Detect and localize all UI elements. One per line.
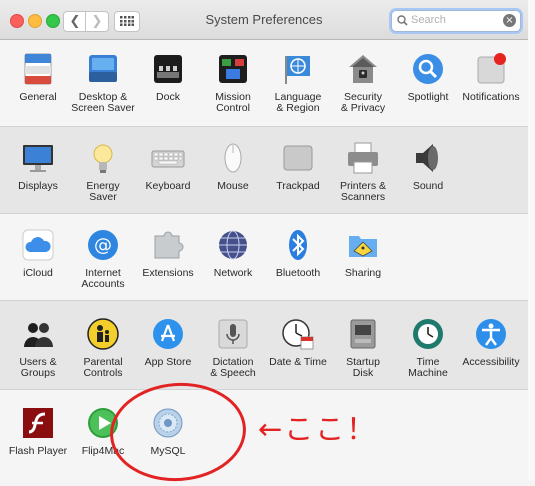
annotation-label: ←ここ！ <box>258 412 378 446</box>
users-icon <box>21 317 55 351</box>
cloud-icon <box>21 228 55 262</box>
monitor-icon <box>21 141 55 175</box>
at-sign-icon: @ <box>86 228 120 262</box>
accessibility-icon <box>474 317 508 351</box>
pref-row-hardware: Displays Energy Saver Keyboard Mouse Tra… <box>0 127 528 214</box>
pref-keyboard[interactable]: Keyboard <box>135 141 201 192</box>
network-globe-icon <box>216 228 250 262</box>
pref-startup-disk[interactable]: Startup Disk <box>330 317 396 379</box>
printer-icon <box>346 141 380 175</box>
pref-mission-control[interactable]: Mission Control <box>200 52 266 114</box>
pref-displays[interactable]: Displays <box>5 141 71 192</box>
puzzle-icon <box>151 228 185 262</box>
pref-dock[interactable]: Dock <box>135 52 201 103</box>
pref-extensions[interactable]: Extensions <box>135 228 201 279</box>
pref-parental-controls[interactable]: Parental Controls <box>70 317 136 379</box>
pref-desktop-screen-saver[interactable]: Desktop & Screen Saver <box>70 52 136 114</box>
pref-row-internet: iCloud @ Internet Accounts Extensions Ne… <box>0 214 528 301</box>
keyboard-icon <box>151 141 185 175</box>
search-field[interactable]: Search × <box>391 10 521 32</box>
pref-date-time[interactable]: Date & Time <box>265 317 331 368</box>
bluetooth-icon <box>281 228 315 262</box>
pref-trackpad[interactable]: Trackpad <box>265 141 331 192</box>
dock-icon <box>151 52 185 86</box>
search-placeholder: Search <box>411 14 446 26</box>
mission-control-icon <box>216 52 250 86</box>
desktop-icon <box>86 52 120 86</box>
clock-calendar-icon <box>281 317 315 351</box>
pref-icloud[interactable]: iCloud <box>5 228 71 279</box>
app-store-icon <box>151 317 185 351</box>
general-icon <box>21 52 55 86</box>
pref-dictation-speech[interactable]: Dictation & Speech <box>200 317 266 379</box>
microphone-icon <box>216 317 250 351</box>
pref-sound[interactable]: Sound <box>395 141 461 192</box>
notifications-icon <box>474 52 508 86</box>
pref-bluetooth[interactable]: Bluetooth <box>265 228 331 279</box>
magnifier-icon <box>411 52 445 86</box>
flash-icon <box>21 406 55 440</box>
lightbulb-icon <box>86 141 120 175</box>
pref-app-store[interactable]: App Store <box>135 317 201 368</box>
search-icon <box>397 15 408 26</box>
speaker-icon <box>411 141 445 175</box>
parental-controls-icon <box>86 317 120 351</box>
title-bar: ❮ ❯ System Preferences Search × <box>0 0 528 40</box>
time-machine-icon <box>411 317 445 351</box>
mouse-icon <box>216 141 250 175</box>
pref-notifications[interactable]: Notifications <box>458 52 524 103</box>
pref-row-system: Users & Groups Parental Controls App Sto… <box>0 301 528 390</box>
pref-network[interactable]: Network <box>200 228 266 279</box>
pref-general[interactable]: General <box>5 52 71 103</box>
pref-security-privacy[interactable]: Security & Privacy <box>330 52 396 114</box>
house-lock-icon <box>346 52 380 86</box>
shared-folder-icon <box>346 228 380 262</box>
clear-search-icon[interactable]: × <box>503 14 516 27</box>
pref-sharing[interactable]: Sharing <box>330 228 396 279</box>
window-edge <box>528 0 535 480</box>
pref-spotlight[interactable]: Spotlight <box>395 52 461 103</box>
pref-energy-saver[interactable]: Energy Saver <box>70 141 136 203</box>
pref-users-groups[interactable]: Users & Groups <box>5 317 71 379</box>
pref-time-machine[interactable]: Time Machine <box>395 317 461 379</box>
pref-language-region[interactable]: Language & Region <box>265 52 331 114</box>
pref-mouse[interactable]: Mouse <box>200 141 266 192</box>
globe-flag-icon <box>281 52 315 86</box>
pref-row-personal: General Desktop & Screen Saver Dock Miss… <box>0 40 528 127</box>
pref-accessibility[interactable]: Accessibility <box>458 317 524 368</box>
pref-internet-accounts[interactable]: @ Internet Accounts <box>70 228 136 290</box>
disk-icon <box>346 317 380 351</box>
pref-printers-scanners[interactable]: Printers & Scanners <box>330 141 396 203</box>
trackpad-icon <box>281 141 315 175</box>
pref-flash-player[interactable]: Flash Player <box>5 406 71 457</box>
svg-text:@: @ <box>94 235 112 256</box>
